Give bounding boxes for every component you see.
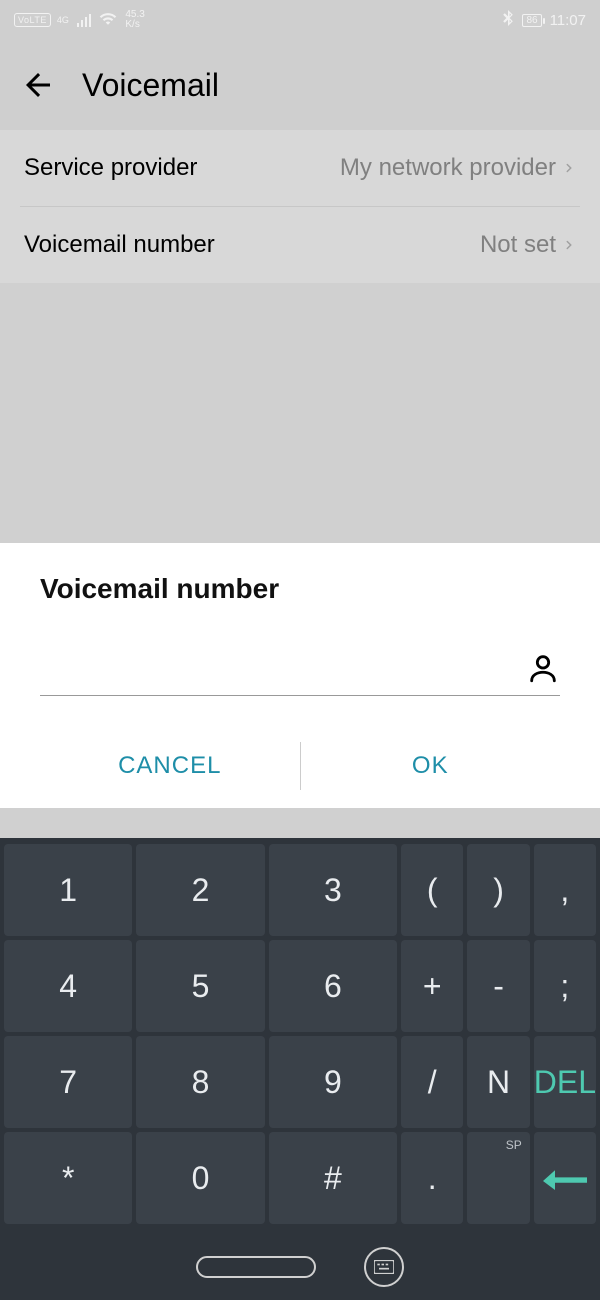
net-rate: 45.3K/s — [125, 10, 144, 30]
key-0[interactable]: 0 — [136, 1132, 264, 1224]
battery-icon: 86 — [522, 14, 541, 27]
key-6[interactable]: 6 — [269, 940, 397, 1032]
gap — [0, 808, 600, 838]
key-9[interactable]: 9 — [269, 1036, 397, 1128]
settings-list: Service provider My network provider Voi… — [0, 130, 600, 283]
app-bar: Voicemail — [0, 40, 600, 130]
service-provider-label: Service provider — [24, 154, 197, 182]
key-star[interactable]: * — [4, 1132, 132, 1224]
service-provider-value: My network provider — [340, 154, 576, 182]
voicemail-number-row[interactable]: Voicemail number Not set — [20, 206, 580, 283]
key-close-paren[interactable]: ) — [467, 844, 529, 936]
network-gen: 4G — [57, 15, 69, 25]
ok-button[interactable]: OK — [300, 742, 561, 790]
back-button[interactable] — [20, 67, 56, 103]
keyboard: 1 2 3 ( ) , 4 5 6 + - ; 7 8 9 / N DEL * … — [0, 838, 600, 1234]
voicemail-number-input[interactable] — [40, 652, 514, 684]
key-hash[interactable]: # — [269, 1132, 397, 1224]
cancel-button[interactable]: CANCEL — [40, 742, 300, 790]
volte-icon: VoLTE — [14, 13, 51, 27]
nav-bar — [0, 1234, 600, 1300]
status-right: 86 11:07 — [502, 10, 586, 30]
key-comma[interactable]: , — [534, 844, 596, 936]
home-button[interactable] — [196, 1256, 316, 1278]
key-semicolon[interactable]: ; — [534, 940, 596, 1032]
key-del[interactable]: DEL — [534, 1036, 596, 1128]
key-n[interactable]: N — [467, 1036, 529, 1128]
dialog-buttons: CANCEL OK — [40, 742, 560, 790]
key-slash[interactable]: / — [401, 1036, 463, 1128]
signal-icon — [77, 14, 92, 27]
key-1[interactable]: 1 — [4, 844, 132, 936]
content-background — [0, 283, 600, 543]
voicemail-number-label: Voicemail number — [24, 231, 215, 259]
key-5[interactable]: 5 — [136, 940, 264, 1032]
wifi-icon — [99, 11, 117, 29]
status-bar: VoLTE 4G 45.3K/s 86 11:07 — [0, 0, 600, 40]
key-enter[interactable] — [534, 1132, 596, 1224]
chevron-right-icon — [562, 238, 576, 252]
sp-label: SP — [506, 1138, 522, 1152]
input-row — [40, 651, 560, 696]
contact-picker-icon[interactable] — [526, 651, 560, 685]
chevron-right-icon — [562, 161, 576, 175]
status-left: VoLTE 4G 45.3K/s — [14, 10, 145, 30]
enter-icon — [543, 1163, 587, 1193]
key-8[interactable]: 8 — [136, 1036, 264, 1128]
voicemail-number-dialog: Voicemail number CANCEL OK — [0, 543, 600, 808]
key-7[interactable]: 7 — [4, 1036, 132, 1128]
key-open-paren[interactable]: ( — [401, 844, 463, 936]
keyboard-icon — [374, 1260, 394, 1274]
key-2[interactable]: 2 — [136, 844, 264, 936]
page-title: Voicemail — [82, 67, 219, 104]
key-minus[interactable]: - — [467, 940, 529, 1032]
clock: 11:07 — [550, 12, 586, 29]
voicemail-number-value: Not set — [480, 231, 576, 259]
key-4[interactable]: 4 — [4, 940, 132, 1032]
dialog-title: Voicemail number — [40, 573, 560, 605]
key-3[interactable]: 3 — [269, 844, 397, 936]
key-space[interactable]: SP — [467, 1132, 529, 1224]
ime-switch-button[interactable] — [364, 1247, 404, 1287]
key-dot[interactable]: . — [401, 1132, 463, 1224]
service-provider-row[interactable]: Service provider My network provider — [0, 130, 600, 206]
bluetooth-icon — [502, 10, 514, 30]
key-plus[interactable]: + — [401, 940, 463, 1032]
